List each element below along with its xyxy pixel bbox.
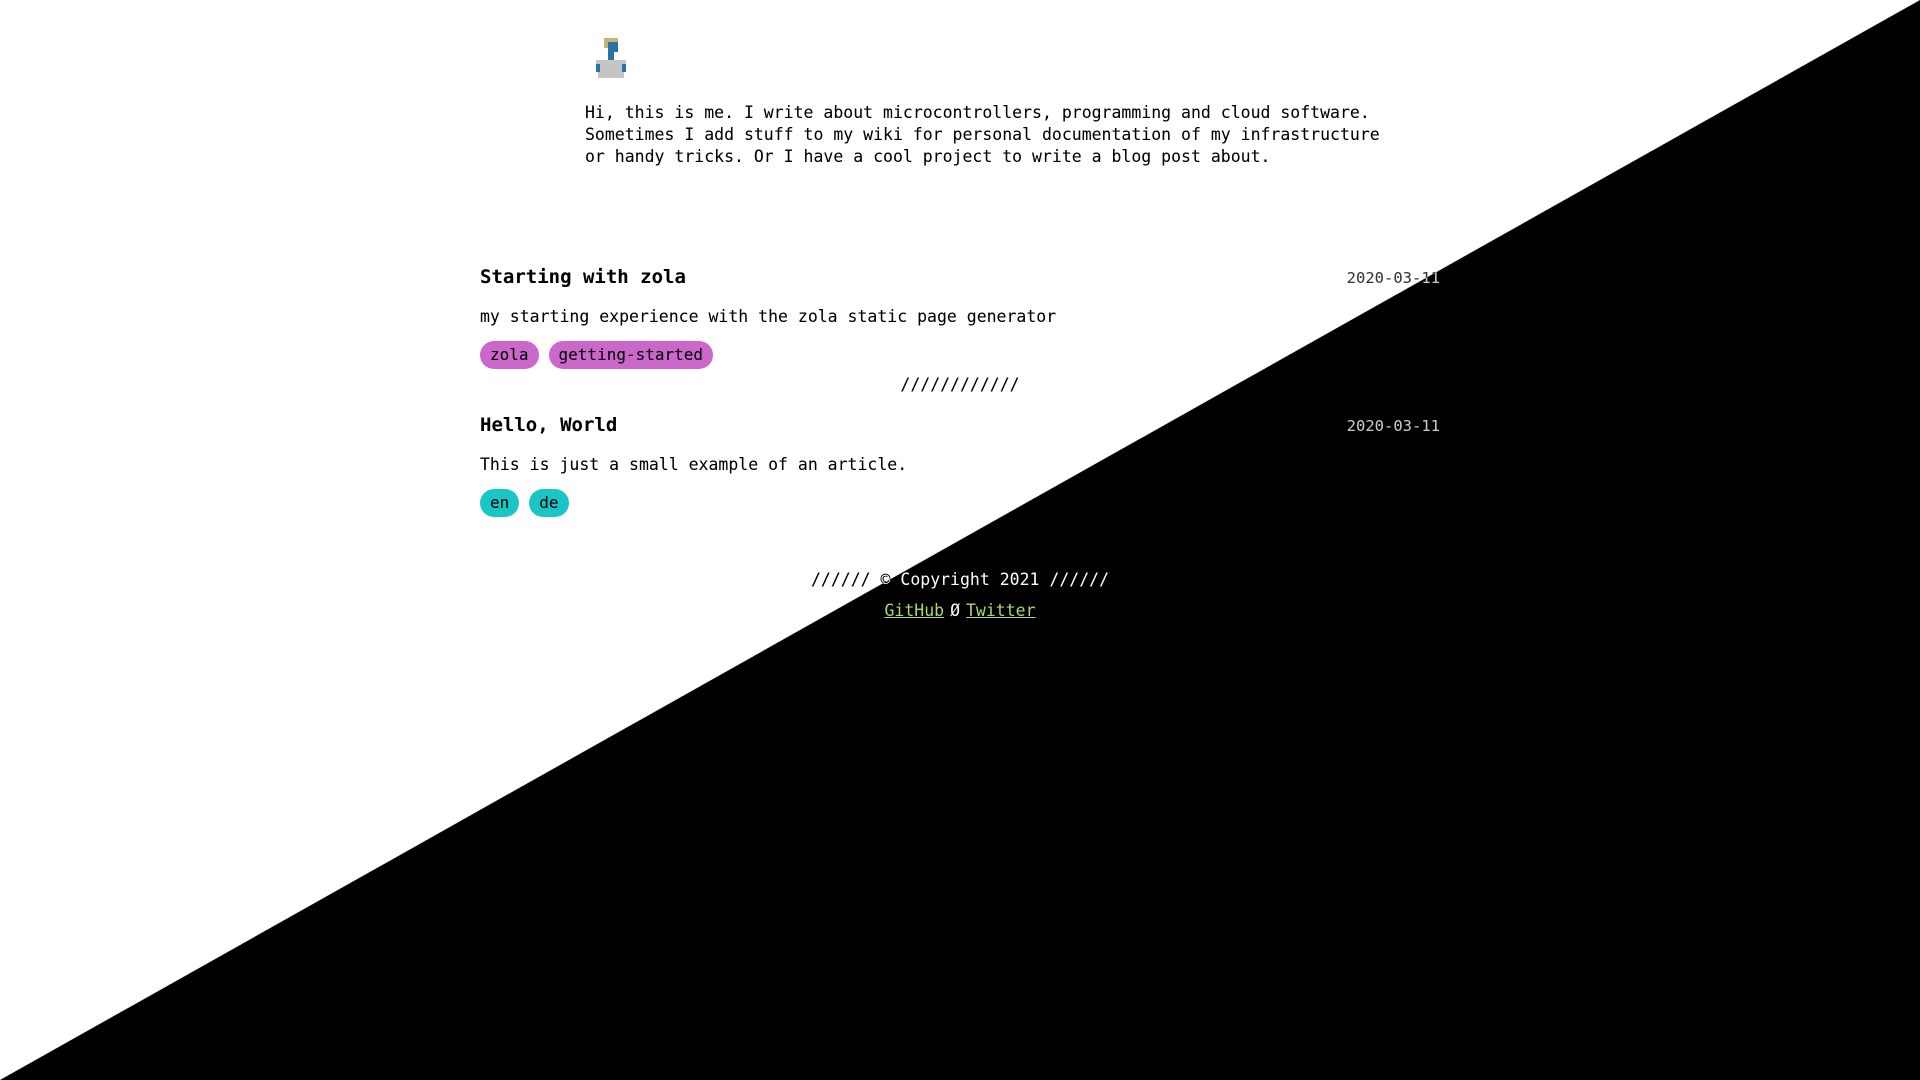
post-tags: zola getting-started xyxy=(480,341,714,369)
intro-text: Hi, this is me. I write about microcontr… xyxy=(585,103,1380,166)
post-separator: //////////// xyxy=(900,375,1020,394)
tag-de[interactable]: de xyxy=(529,489,569,517)
tag-zola[interactable]: zola xyxy=(480,341,539,369)
github-link[interactable]: GitHub xyxy=(884,601,944,620)
tag-getting-started[interactable]: getting-started xyxy=(548,341,714,369)
post-title-link[interactable]: Starting with zola xyxy=(480,264,686,290)
post-description: This is just a small example of an artic… xyxy=(480,455,908,474)
footer-link-separator: Ø xyxy=(950,601,960,620)
twitter-link[interactable]: Twitter xyxy=(966,601,1036,620)
pixel-person-icon xyxy=(596,38,626,78)
post-date: 2020-03-11 xyxy=(1346,417,1440,435)
tag-en[interactable]: en xyxy=(480,489,520,517)
page-content: Hi, this is me. I write about microcontr… xyxy=(0,0,1920,1080)
footer-links: GitHub Ø Twitter xyxy=(0,600,1920,622)
post-date: 2020-03-11 xyxy=(1346,269,1440,287)
footer-copyright: ////// © Copyright 2021 ////// xyxy=(810,570,1109,589)
post-description: my starting experience with the zola sta… xyxy=(480,307,1057,326)
post-tags: en de xyxy=(480,489,569,517)
post-title-link[interactable]: Hello, World xyxy=(480,412,617,438)
